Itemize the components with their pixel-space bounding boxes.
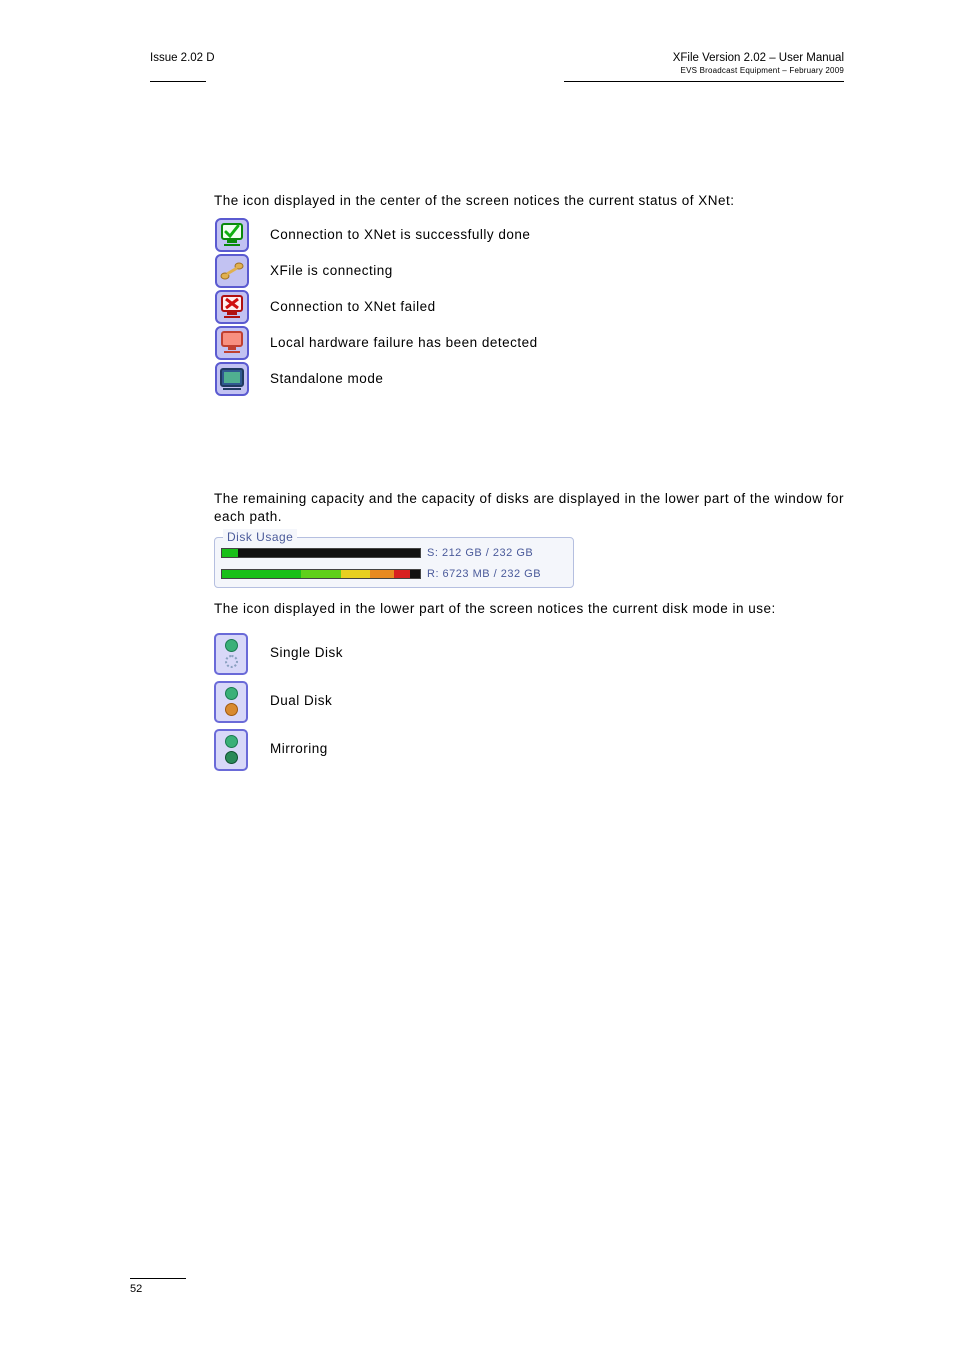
status-label: XFile is connecting bbox=[270, 262, 844, 280]
status-label: Connection to XNet is successfully done bbox=[270, 226, 844, 244]
dual-disk-icon bbox=[214, 681, 248, 723]
document-page: Issue 2.02 D XFile Version 2.02 – User M… bbox=[0, 0, 954, 837]
hardware-failure-icon bbox=[214, 326, 250, 360]
disk-gauge-r bbox=[221, 569, 421, 579]
issue-label: Issue 2.02 D bbox=[150, 52, 215, 64]
disk-mode-list: Single Disk Dual Disk Mirroring bbox=[214, 633, 844, 771]
page-footer: 52 bbox=[130, 1278, 186, 1295]
disk-usage-value: S: 212 GB / 232 GB bbox=[427, 546, 533, 561]
doc-title: XFile Version 2.02 – User Manual bbox=[673, 52, 844, 64]
status-icon-list: Connection to XNet is successfully done … bbox=[214, 218, 844, 396]
status-label: Local hardware failure has been detected bbox=[270, 334, 844, 352]
disk-usage-row: R: 6723 MB / 232 GB bbox=[221, 567, 567, 582]
xnet-failed-icon bbox=[214, 290, 250, 324]
disk-mode-label: Mirroring bbox=[270, 740, 844, 758]
page-number: 52 bbox=[130, 1283, 186, 1295]
disk-usage-row: S: 212 GB / 232 GB bbox=[221, 546, 567, 561]
disk-mode-dual: Dual Disk bbox=[214, 681, 844, 723]
status-row-connected: Connection to XNet is successfully done bbox=[214, 218, 844, 252]
xnet-connected-icon bbox=[214, 218, 250, 252]
doc-subtitle: EVS Broadcast Equipment – February 2009 bbox=[673, 66, 844, 75]
disk-usage-value: R: 6723 MB / 232 GB bbox=[427, 567, 541, 582]
status-row-failed: Connection to XNet failed bbox=[214, 290, 844, 324]
status-label: Standalone mode bbox=[270, 370, 844, 388]
standalone-icon bbox=[214, 362, 250, 396]
xnet-connecting-icon bbox=[214, 254, 250, 288]
status-label: Connection to XNet failed bbox=[270, 298, 844, 316]
disk-mode-label: Dual Disk bbox=[270, 692, 844, 710]
disk-gauge-s bbox=[221, 548, 421, 558]
disk-mode-mirroring: Mirroring bbox=[214, 729, 844, 771]
diskmode-intro-text: The icon displayed in the lower part of … bbox=[214, 600, 844, 618]
status-intro-text: The icon displayed in the center of the … bbox=[214, 192, 844, 210]
disk-usage-panel: Disk Usage S: 212 GB / 232 GB R: 6723 M bbox=[214, 537, 574, 589]
status-row-hardware-failure: Local hardware failure has been detected bbox=[214, 326, 844, 360]
disk-usage-title: Disk Usage bbox=[223, 529, 297, 545]
status-row-standalone: Standalone mode bbox=[214, 362, 844, 396]
mirroring-icon bbox=[214, 729, 248, 771]
doc-title-block: XFile Version 2.02 – User Manual EVS Bro… bbox=[673, 52, 844, 75]
single-disk-icon bbox=[214, 633, 248, 675]
disk-mode-single: Single Disk bbox=[214, 633, 844, 675]
disk-mode-label: Single Disk bbox=[270, 644, 844, 662]
page-header: Issue 2.02 D XFile Version 2.02 – User M… bbox=[150, 52, 844, 75]
capacity-intro-text: The remaining capacity and the capacity … bbox=[214, 490, 844, 526]
page-content: The icon displayed in the center of the … bbox=[150, 82, 844, 771]
status-row-connecting: XFile is connecting bbox=[214, 254, 844, 288]
